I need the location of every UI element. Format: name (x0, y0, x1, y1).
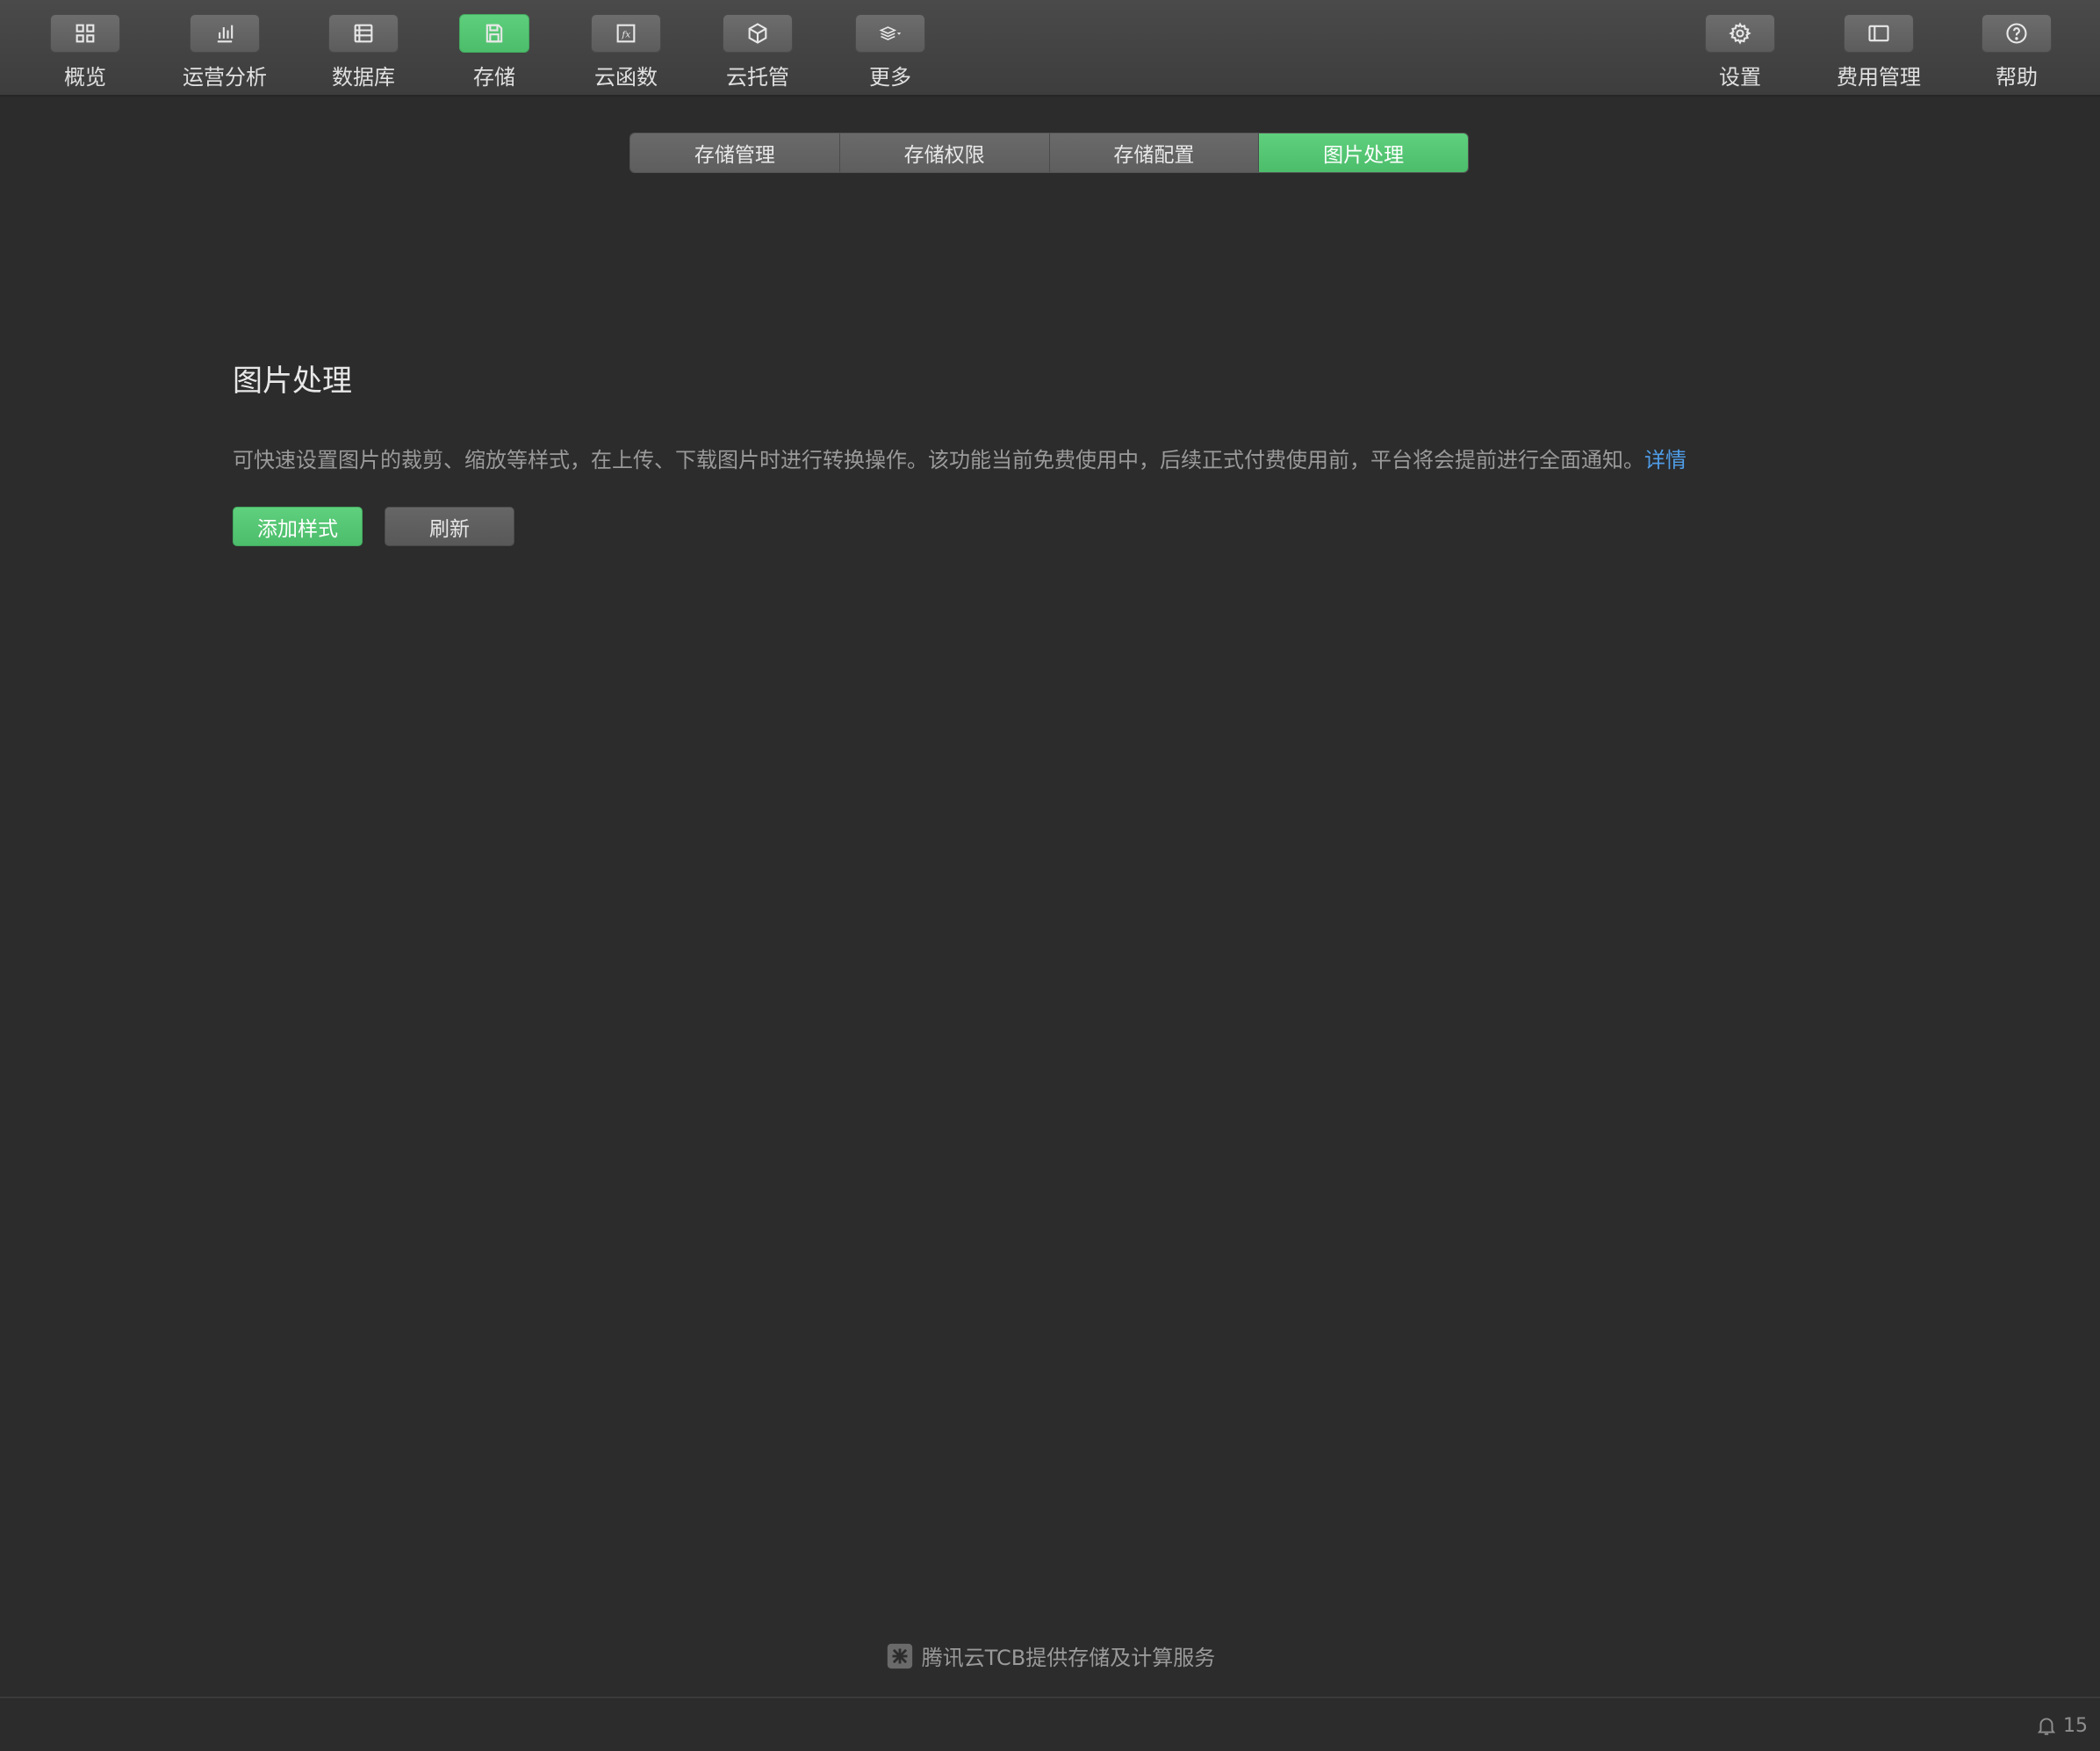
billing-icon (1868, 25, 1889, 42)
toolbar-label: 概览 (64, 65, 106, 90)
page-description: 可快速设置图片的裁剪、缩放等样式，在上传、下载图片时进行转换操作。该功能当前免费… (233, 443, 1686, 473)
gear-icon (1729, 22, 1751, 45)
page-title: 图片处理 (233, 364, 352, 399)
storage-button[interactable] (459, 14, 529, 53)
description-text: 可快速设置图片的裁剪、缩放等样式，在上传、下载图片时进行转换操作。该功能当前免费… (233, 448, 1644, 472)
database-button[interactable] (328, 14, 399, 53)
billing-button[interactable] (1844, 14, 1914, 53)
storage-tabs: 存储管理 存储权限 存储配置 图片处理 (629, 133, 1469, 173)
overview-button[interactable] (50, 14, 120, 53)
svg-text:fx: fx (621, 30, 630, 40)
toolbar-label: 云托管 (726, 65, 789, 90)
toolbar-item-more[interactable]: 更多 (838, 14, 943, 90)
toolbar-label: 运营分析 (183, 65, 267, 90)
bar-chart-icon (217, 25, 234, 43)
toolbar-label: 更多 (869, 65, 911, 90)
toolbar-label: 数据库 (332, 65, 395, 90)
add-style-button[interactable]: 添加样式 (233, 507, 363, 546)
tab-storage-config[interactable]: 存储配置 (1049, 133, 1260, 172)
toolbar-item-billing[interactable]: 费用管理 (1826, 14, 1931, 90)
toolbar-item-analytics[interactable]: 运营分析 (172, 14, 277, 90)
cloudrun-button[interactable] (723, 14, 793, 53)
grid-icon (76, 24, 95, 43)
footer-text: 腾讯云TCB提供存储及计算服务 (921, 1646, 1216, 1670)
bell-icon (2037, 1718, 2056, 1735)
cube-icon (748, 23, 767, 44)
toolbar-item-functions[interactable]: fx 云函数 (573, 14, 679, 90)
tab-image-processing[interactable]: 图片处理 (1259, 133, 1468, 172)
notification-count: 15 (2063, 1714, 2088, 1737)
toolbar-item-overview[interactable]: 概览 (32, 14, 138, 90)
layers-dropdown-icon (879, 26, 902, 40)
database-icon (354, 24, 373, 43)
toolbar-item-database[interactable]: 数据库 (311, 14, 416, 90)
toolbar-label: 帮助 (1996, 65, 2038, 90)
help-icon (2006, 23, 2027, 44)
toolbar-item-storage[interactable]: 存储 (442, 14, 547, 90)
function-icon: fx (616, 24, 636, 43)
refresh-button[interactable]: 刷新 (385, 507, 514, 546)
toolbar-label: 设置 (1719, 65, 1761, 90)
save-icon (485, 24, 503, 43)
toolbar-item-help[interactable]: 帮助 (1964, 14, 2069, 90)
tab-storage-permissions[interactable]: 存储权限 (839, 133, 1050, 172)
more-button[interactable] (855, 14, 925, 53)
toolbar-label: 存储 (473, 65, 515, 90)
footer: 腾讯云TCB提供存储及计算服务 (0, 1640, 2100, 1671)
toolbar-label: 费用管理 (1837, 65, 1921, 90)
toolbar-item-cloudrun[interactable]: 云托管 (705, 14, 810, 90)
toolbar-label: 云函数 (594, 65, 658, 90)
settings-button[interactable] (1705, 14, 1775, 53)
status-bar: 15 (0, 1697, 2100, 1751)
details-link[interactable]: 详情 (1644, 448, 1686, 472)
tencent-cloud-logo-icon (887, 1643, 912, 1668)
analytics-button[interactable] (190, 14, 260, 53)
top-toolbar: 概览 运营分析 数据库 存储 fx 云函数 云托管 更多 设置 费用管理 帮助 (0, 0, 2100, 97)
tab-storage-management[interactable]: 存储管理 (630, 133, 840, 172)
notification-indicator[interactable]: 15 (2035, 1714, 2088, 1737)
functions-button[interactable]: fx (591, 14, 661, 53)
toolbar-item-settings[interactable]: 设置 (1687, 14, 1793, 90)
help-button[interactable] (1981, 14, 2052, 53)
